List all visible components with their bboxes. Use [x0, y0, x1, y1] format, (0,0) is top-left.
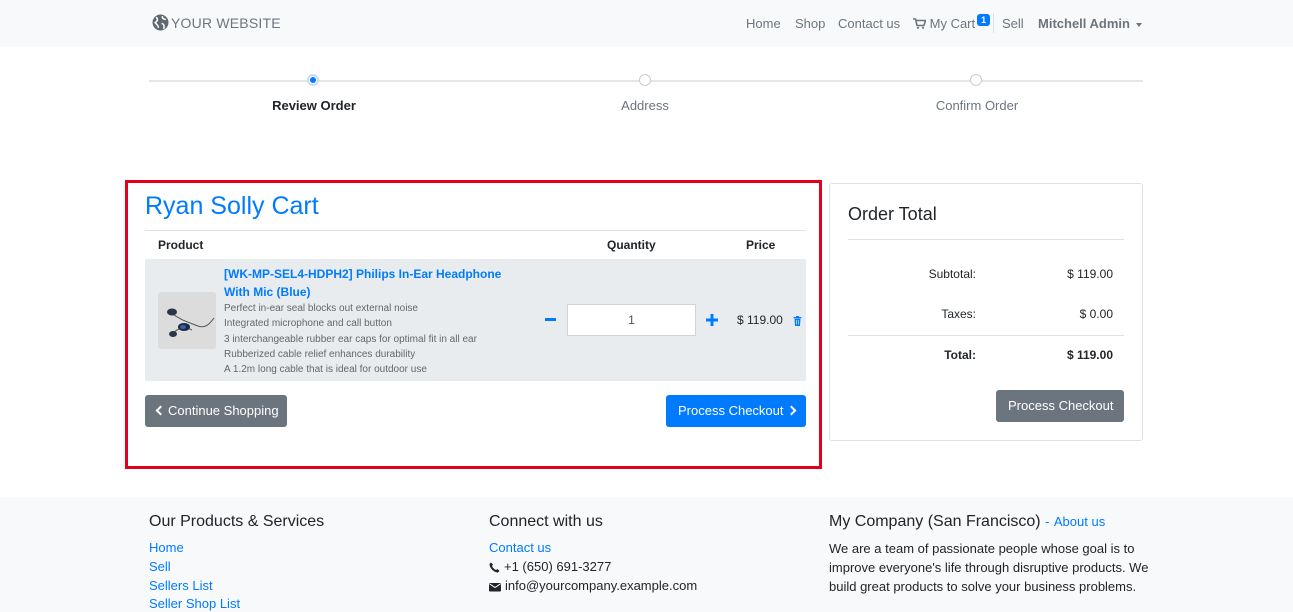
logo-text: YOUR WEBSITE [171, 14, 281, 31]
step-label-confirm: Confirm Order [935, 98, 1019, 113]
item-price: $ 119.00 [737, 313, 783, 327]
globe-icon [152, 14, 169, 31]
process-checkout-button[interactable]: Process Checkout [666, 395, 806, 427]
nav-cart-label: My Cart [929, 16, 976, 31]
product-thumbnail[interactable] [158, 292, 216, 349]
subtotal-label: Subtotal: [928, 267, 976, 281]
footer-phone: +1 (650) 691-3277 [489, 559, 611, 574]
user-menu[interactable]: Mitchell Admin [1038, 16, 1142, 31]
continue-shopping-label: Continue Shopping [168, 403, 279, 418]
footer-link-sell[interactable]: Sell [149, 559, 171, 574]
col-product: Product [158, 238, 204, 252]
subtotal-value: $ 119.00 [1067, 267, 1113, 281]
footer-link-home[interactable]: Home [149, 540, 184, 555]
chevron-right-icon [786, 405, 796, 416]
step-dot-confirm [970, 74, 982, 86]
footer-email-text: info@yourcompany.example.com [505, 578, 698, 593]
col-quantity: Quantity [607, 238, 656, 252]
col-price: Price [746, 238, 776, 252]
process-checkout-label: Process Checkout [678, 403, 784, 418]
desc-line: Perfect in-ear seal blocks out external … [224, 303, 418, 314]
chevron-down-icon [1135, 22, 1142, 27]
footer-about-text: We are a team of passionate people whose… [829, 541, 1149, 594]
total-value: $ 119.00 [1066, 348, 1113, 362]
desc-line: 3 interchangeable rubber ear caps for op… [224, 333, 477, 345]
nav-contact[interactable]: Contact us [838, 16, 900, 31]
divider [848, 335, 1124, 336]
step-label-review: Review Order [272, 98, 356, 113]
product-name-link[interactable]: [WK-MP-SEL4-HDPH2] Philips In-Ear Headph… [224, 265, 524, 301]
footer-email: info@yourcompany.example.com [489, 578, 697, 593]
envelope-icon [489, 582, 501, 592]
plus-icon[interactable] [706, 314, 718, 326]
cart-title: Ryan Solly Cart [145, 192, 319, 220]
nav-divider [993, 13, 994, 33]
footer-contact-link[interactable]: Contact us [489, 540, 551, 555]
footer-connect-title: Connect with us [489, 513, 603, 530]
product-description: Perfect in-ear seal blocks out external … [224, 301, 524, 377]
desc-line: A 1.2m long cable that is ideal for outd… [224, 364, 427, 376]
footer-company-title: My Company (San Francisco) [829, 513, 1041, 530]
site-logo[interactable]: YOUR WEBSITE [152, 14, 281, 31]
total-label: Total: [944, 348, 976, 362]
continue-shopping-button[interactable]: Continue Shopping [145, 395, 287, 427]
cart-table-header: Product Quantity Price [145, 230, 806, 259]
footer-company-heading: My Company (San Francisco) - About us [829, 513, 1106, 530]
chevron-left-icon [155, 405, 166, 416]
taxes-value: $ 0.00 [1079, 307, 1113, 321]
step-dot-address [639, 74, 651, 86]
cart-count-badge: 1 [977, 14, 991, 26]
trash-icon[interactable] [793, 316, 802, 326]
footer-about-link[interactable]: About us [1054, 514, 1105, 529]
taxes-label: Taxes: [941, 307, 976, 321]
footer-link-sellers-list[interactable]: Sellers List [149, 578, 213, 593]
nav-my-cart[interactable]: My Cart 1 [913, 14, 991, 31]
footer-products-title: Our Products & Services [149, 513, 325, 530]
footer-link-seller-shop-list[interactable]: Seller Shop List [149, 596, 240, 611]
desc-line: Rubberized cable relief enhances durabil… [224, 348, 416, 360]
step-dot-review [307, 74, 319, 86]
headphone-image [158, 292, 216, 349]
step-label-address: Address [621, 98, 669, 113]
minus-icon[interactable] [545, 314, 556, 325]
cart-icon [913, 18, 927, 29]
quantity-input[interactable] [567, 304, 696, 336]
user-name: Mitchell Admin [1038, 16, 1130, 31]
nav-shop[interactable]: Shop [795, 16, 825, 31]
nav-sell[interactable]: Sell [1002, 16, 1024, 31]
order-total-title: Order Total [848, 204, 937, 224]
phone-icon [489, 562, 500, 573]
order-total-checkout-button[interactable]: Process Checkout [996, 390, 1124, 422]
desc-line: Integrated microphone and call button [224, 318, 392, 330]
top-navbar: YOUR WEBSITE Home Shop Contact us My Car… [0, 0, 1293, 47]
divider [848, 239, 1124, 240]
footer-phone-text: +1 (650) 691-3277 [504, 559, 612, 574]
nav-home[interactable]: Home [746, 16, 781, 31]
